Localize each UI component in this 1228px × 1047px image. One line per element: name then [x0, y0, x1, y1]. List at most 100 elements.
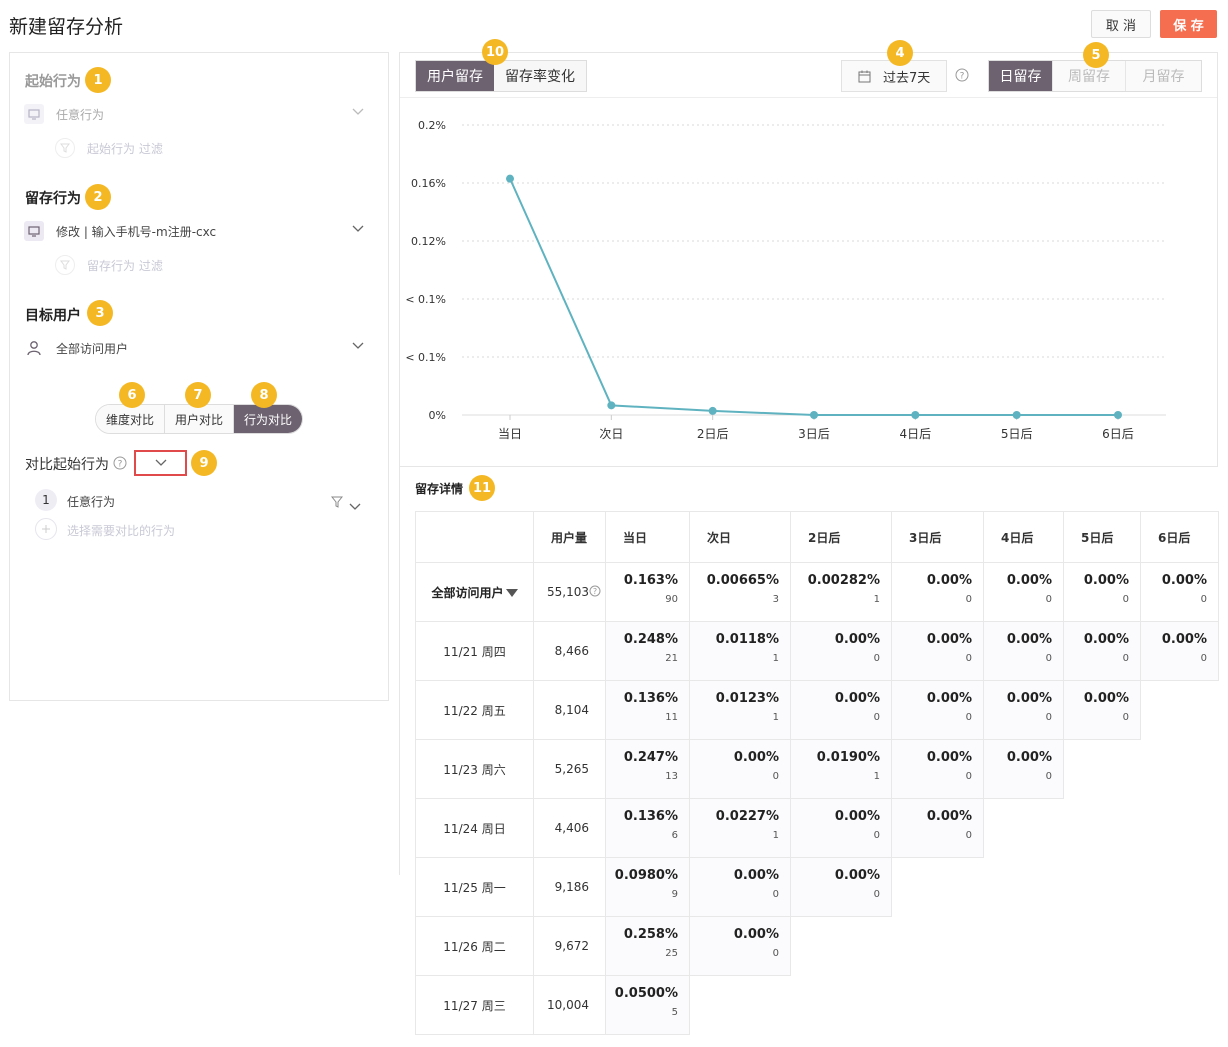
retention-cell[interactable]: 0.00% 0 — [983, 562, 1064, 622]
divider — [399, 467, 400, 875]
retention-cell[interactable]: 0.00% 0 — [891, 621, 984, 681]
save-button[interactable]: 保 存 — [1160, 10, 1217, 38]
row-label-text: 11/21 周四 — [443, 644, 506, 659]
caret-down-icon[interactable] — [505, 588, 518, 597]
retention-cell[interactable]: 0.258% 25 — [605, 916, 690, 976]
retention-rate: 0.0227% — [715, 809, 779, 824]
tab-retention-change[interactable]: 留存率变化 — [494, 61, 586, 91]
compare-start-dropdown[interactable] — [134, 450, 187, 476]
retention-cell[interactable]: 0.0190% 1 — [790, 739, 892, 799]
user-count-value: 9,672 — [554, 939, 589, 953]
retention-cell[interactable]: 0.00% 0 — [689, 857, 791, 917]
retention-cell[interactable]: 0.136% 11 — [605, 680, 690, 740]
tab-behavior-compare[interactable]: 行为对比 — [234, 405, 303, 433]
x-tick-label: 5日后 — [1001, 427, 1033, 441]
tab-daily-retention[interactable]: 日留存 — [989, 61, 1053, 91]
compare-add-link[interactable]: 选择需要对比的行为 — [67, 522, 175, 539]
tab-user-retention[interactable]: 用户留存 — [416, 61, 494, 91]
retention-cell[interactable]: 0.247% 13 — [605, 739, 690, 799]
row-label-text: 11/24 周日 — [443, 821, 506, 836]
x-tick-label: 当日 — [498, 427, 522, 441]
start-behavior-filter[interactable]: 起始行为 过滤 — [55, 138, 163, 158]
start-behavior-title: 起始行为 — [25, 74, 81, 90]
retention-cell[interactable]: 0.00% 0 — [1140, 562, 1219, 622]
plus-icon[interactable] — [35, 518, 57, 540]
tab-dimension-compare[interactable]: 维度对比 — [96, 405, 166, 433]
retention-cell[interactable]: 0.0123% 1 — [689, 680, 791, 740]
retention-cell[interactable]: 0.0500% 5 — [605, 975, 690, 1035]
retention-cell[interactable]: 0.00282% 1 — [790, 562, 892, 622]
svg-text:?: ? — [118, 460, 123, 470]
user-count-value: 8,466 — [554, 644, 589, 658]
retain-behavior-select[interactable]: 修改 | 输入手机号-m注册-cxc — [24, 220, 364, 242]
help-icon[interactable]: ? — [955, 67, 969, 86]
retention-cell[interactable]: 0.00% 0 — [1140, 621, 1219, 681]
retention-cell[interactable]: 0.00% 0 — [689, 916, 791, 976]
retention-cell[interactable]: 0.00% 0 — [983, 680, 1064, 740]
cancel-button[interactable]: 取 消 — [1091, 10, 1151, 38]
retention-count: 1 — [772, 830, 779, 841]
data-point[interactable] — [506, 174, 514, 183]
compare-item-index: 1 — [35, 489, 57, 511]
data-point[interactable] — [607, 401, 616, 410]
badge-3: 3 — [87, 300, 113, 326]
empty-cell — [984, 917, 1064, 976]
retention-cell[interactable]: 0.00% 0 — [891, 798, 984, 858]
compare-item-value[interactable]: 任意行为 — [67, 493, 115, 510]
retention-cell[interactable]: 0.00% 0 — [790, 798, 892, 858]
retention-rate: 0.00% — [1083, 632, 1129, 647]
help-icon[interactable]: ? — [113, 455, 127, 474]
retention-cell[interactable]: 0.00% 0 — [790, 621, 892, 681]
retention-cell[interactable]: 0.00% 0 — [790, 680, 892, 740]
data-point[interactable] — [708, 406, 717, 415]
retain-behavior-filter[interactable]: 留存行为 过滤 — [55, 255, 163, 275]
retention-count: 0 — [873, 712, 880, 723]
retention-cell[interactable]: 0.00% 0 — [983, 739, 1064, 799]
retention-rate: 0.00% — [1083, 691, 1129, 706]
compare-start-title: 对比起始行为 — [25, 457, 109, 473]
retention-cell[interactable]: 0.0118% 1 — [689, 621, 791, 681]
tab-user-compare[interactable]: 用户对比 — [165, 405, 235, 433]
retention-cell[interactable]: 0.00% 0 — [1063, 562, 1141, 622]
retention-cell[interactable]: 0.00% 0 — [1063, 680, 1141, 740]
retention-cell[interactable]: 0.00% 0 — [689, 739, 791, 799]
retention-cell[interactable]: 0.00% 0 — [891, 562, 984, 622]
retention-cell[interactable]: 0.00% 0 — [790, 857, 892, 917]
retention-rate: 0.00665% — [706, 573, 779, 588]
retention-count: 0 — [873, 889, 880, 900]
svg-text:?: ? — [960, 72, 965, 82]
retention-rate: 0.00% — [926, 691, 972, 706]
data-point[interactable] — [810, 411, 818, 419]
retention-cell[interactable]: 0.163% 90 — [605, 562, 690, 622]
y-tick-label: 0.12% — [411, 235, 446, 248]
target-user-select[interactable]: 全部访问用户 — [24, 337, 364, 359]
retention-cell[interactable]: 0.0227% 1 — [689, 798, 791, 858]
retention-cell[interactable]: 0.00% 0 — [891, 739, 984, 799]
retention-cell[interactable]: 0.00% 0 — [1063, 621, 1141, 681]
retention-rate: 0.00% — [733, 927, 779, 942]
row-label: 11/25 周一 — [415, 857, 534, 917]
data-point[interactable] — [1114, 411, 1122, 419]
badge-2: 2 — [85, 184, 111, 210]
retention-count: 0 — [1200, 594, 1207, 605]
help-icon[interactable]: ? — [589, 585, 601, 597]
data-point[interactable] — [1012, 411, 1021, 419]
data-point[interactable] — [911, 411, 920, 419]
row-label: 11/24 周日 — [415, 798, 534, 858]
retention-cell[interactable]: 0.136% 6 — [605, 798, 690, 858]
chevron-down-icon — [155, 459, 166, 466]
retention-cell[interactable]: 0.0980% 9 — [605, 857, 690, 917]
retention-cell[interactable]: 0.248% 21 — [605, 621, 690, 681]
tab-monthly-retention[interactable]: 月留存 — [1126, 61, 1201, 91]
chevron-down-icon[interactable] — [349, 496, 361, 515]
x-tick-label: 4日后 — [900, 427, 932, 441]
row-label[interactable]: 全部访问用户 — [415, 562, 534, 622]
y-tick-label: < 0.1% — [405, 293, 446, 306]
column-header: 3日后 — [891, 511, 984, 563]
retention-cell[interactable]: 0.00% 0 — [891, 680, 984, 740]
retention-cell[interactable]: 0.00% 0 — [983, 621, 1064, 681]
retention-cell[interactable]: 0.00665% 3 — [689, 562, 791, 622]
detail-title: 留存详情 — [415, 482, 464, 496]
start-behavior-select[interactable]: 任意行为 — [24, 103, 364, 125]
filter-icon[interactable] — [330, 493, 344, 512]
